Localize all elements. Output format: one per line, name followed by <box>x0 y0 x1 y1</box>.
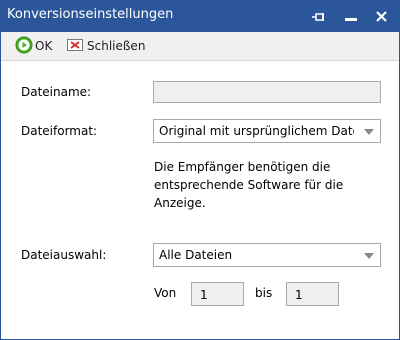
play-icon <box>15 36 33 57</box>
chevron-down-icon <box>364 253 374 259</box>
chevron-down-icon <box>364 129 374 135</box>
from-field[interactable]: 1 <box>191 282 244 306</box>
window-title: Konversionseinstellungen <box>7 7 174 22</box>
ok-button[interactable]: OK <box>15 36 52 56</box>
to-label: bis <box>255 286 273 300</box>
to-value: 1 <box>295 288 303 302</box>
filename-field[interactable] <box>153 81 381 103</box>
from-label: Von <box>154 286 177 300</box>
minimize-icon <box>345 7 357 26</box>
close-icon <box>375 7 387 26</box>
selection-select[interactable]: Alle Dateien <box>153 243 381 267</box>
filename-label: Dateiname: <box>21 85 92 99</box>
title-bar[interactable]: Konversionseinstellungen <box>1 0 399 32</box>
close-document-icon <box>67 38 83 55</box>
format-label: Dateiformat: <box>21 124 98 138</box>
pin-button[interactable] <box>306 4 332 28</box>
minimize-button[interactable] <box>338 4 364 28</box>
pin-icon <box>312 7 326 26</box>
selection-value: Alle Dateien <box>159 248 233 262</box>
ok-label: OK <box>35 39 53 53</box>
close-button[interactable]: Schließen <box>67 36 145 56</box>
format-select[interactable]: Original mit ursprünglichem Dateinam <box>153 119 381 143</box>
format-value: Original mit ursprünglichem Dateinam <box>159 124 354 138</box>
to-field[interactable]: 1 <box>286 282 339 306</box>
close-window-button[interactable] <box>368 4 394 28</box>
close-label: Schließen <box>87 39 146 53</box>
from-value: 1 <box>200 288 208 302</box>
selection-label: Dateiauswahl: <box>21 248 107 262</box>
dialog-window: Konversionseinstellungen OK Schließen Da… <box>0 0 400 340</box>
toolbar: OK Schließen <box>1 32 399 61</box>
format-note: Die Empfänger benötigen die entsprechend… <box>154 160 344 210</box>
